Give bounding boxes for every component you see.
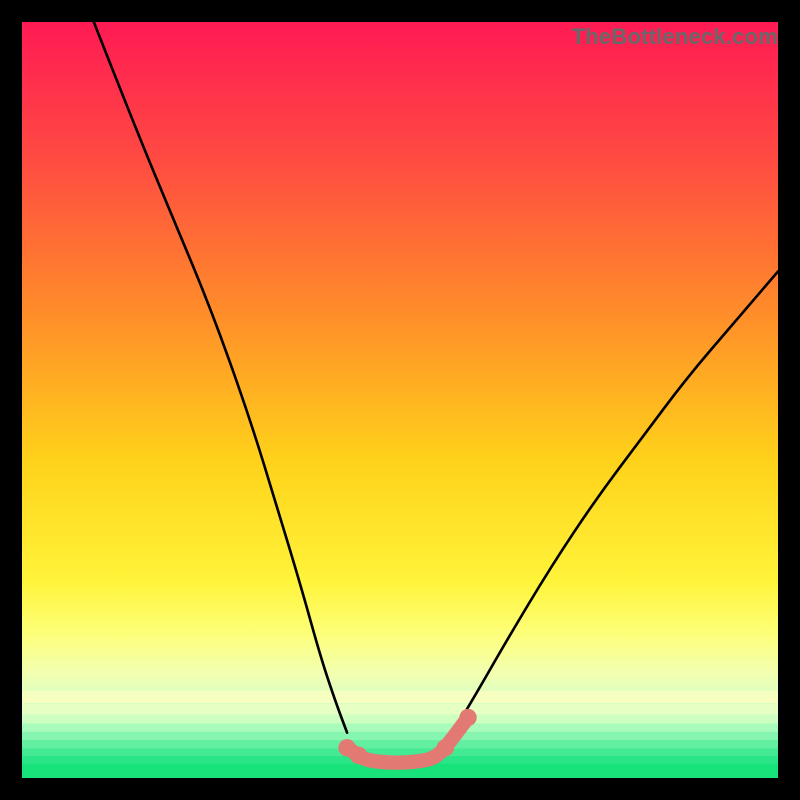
chart-frame: [22, 22, 778, 778]
bottleneck-curve-chart: [22, 22, 778, 778]
curve-marker: [437, 739, 454, 756]
curve-marker: [459, 709, 476, 726]
curve-marker: [350, 747, 367, 764]
chart-background: [22, 22, 778, 778]
watermark: TheBottleneck.com: [572, 24, 778, 50]
